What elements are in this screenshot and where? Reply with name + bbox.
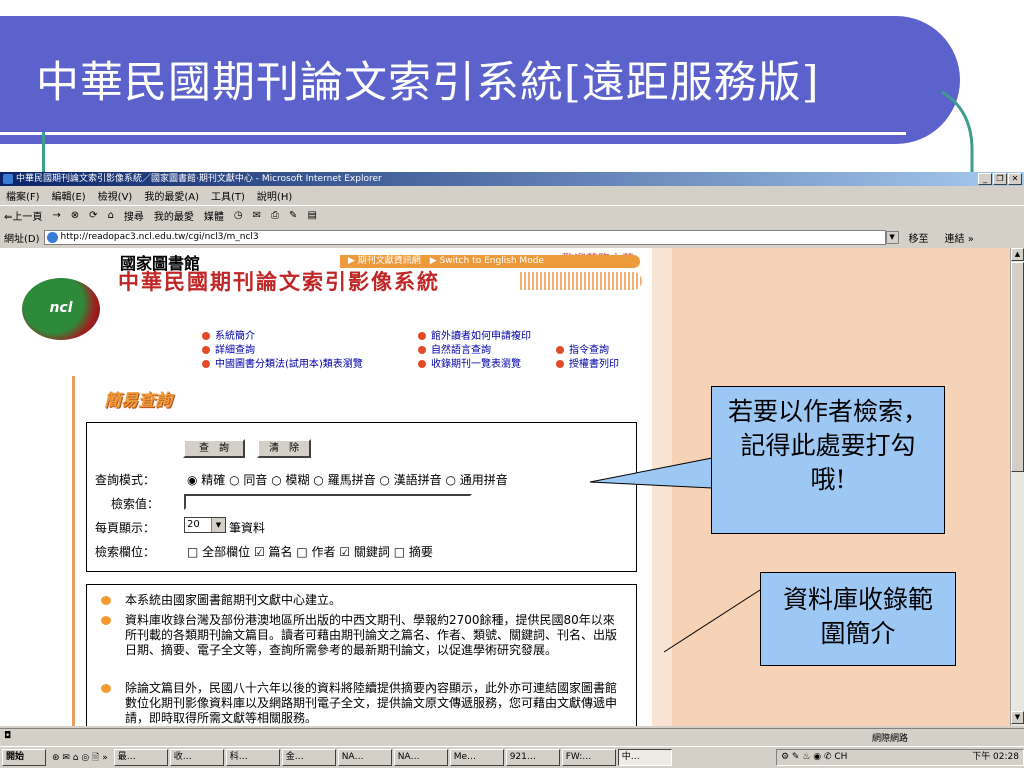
logo-text: ncl — [49, 300, 73, 316]
quick-launch[interactable]: ⊛ ✉ ⌂ ◎ 🖹 » — [48, 750, 112, 766]
go-button[interactable]: 移至 — [909, 230, 929, 245]
forward-button[interactable]: → — [52, 210, 60, 221]
nav-link-journal-list[interactable]: 收錄期刊一覽表瀏覽 — [418, 355, 521, 370]
refresh-icon[interactable]: ⟳ — [89, 210, 97, 221]
url-input[interactable]: http://readopac3.ncl.edu.tw/cgi/ncl3/m_n… — [43, 229, 886, 245]
chevron-down-icon: ▼ — [211, 518, 225, 532]
menu-view[interactable]: 檢視(V) — [98, 188, 133, 203]
nav-link-intro[interactable]: 系統簡介 — [202, 327, 255, 342]
menu-help[interactable]: 說明(H) — [257, 188, 292, 203]
vertical-scrollbar[interactable]: ▲ ▼ — [1010, 248, 1024, 726]
nav-link-natural-language[interactable]: 自然語言查詢 — [418, 341, 491, 356]
slide-title: 中華民國期刊論文索引系統[遠距服務版] — [36, 58, 820, 108]
menu-file[interactable]: 檔案(F) — [6, 188, 40, 203]
info-item: 本系統由國家圖書館期刊文獻中心建立。 — [101, 593, 621, 608]
clear-button[interactable]: 清 除 — [257, 439, 311, 458]
minimize-button[interactable]: _ — [978, 173, 992, 185]
per-page-unit: 筆資料 — [229, 521, 266, 535]
taskbar-app[interactable]: 科… — [225, 749, 280, 766]
ie-icon — [3, 174, 13, 184]
print-icon[interactable]: ⎙ — [271, 210, 279, 221]
library-logo: ncl — [22, 278, 100, 340]
info-box: 本系統由國家圖書館期刊文獻中心建立。 資料庫收錄台灣及部份港澳地區所出版的中西文… — [86, 584, 637, 726]
menu-bar: 檔案(F) 編輯(E) 檢視(V) 我的最愛(A) 工具(T) 說明(H) — [0, 187, 1024, 203]
start-button[interactable]: 開始 — [2, 749, 46, 766]
url-text: http://readopac3.ncl.edu.tw/cgi/ncl3/m_n… — [60, 231, 259, 242]
status-page-icon: ◘ — [4, 731, 12, 741]
status-bar: ◘ 網際網路 — [0, 728, 1024, 744]
taskbar-app[interactable]: 最… — [113, 749, 168, 766]
deco-line-left — [42, 132, 45, 174]
taskbar-app[interactable]: NA… — [337, 749, 392, 766]
taskbar-app[interactable]: FW:… — [561, 749, 616, 766]
scroll-down-icon[interactable]: ▼ — [1011, 711, 1024, 724]
search-button[interactable]: 搜尋 — [124, 208, 144, 223]
nav-link-copy-request[interactable]: 館外讀者如何申請複印 — [418, 327, 531, 342]
home-icon[interactable]: ⌂ — [108, 210, 114, 221]
menu-favorites[interactable]: 我的最愛(A) — [144, 188, 199, 203]
taskbar-app[interactable]: 921… — [505, 749, 560, 766]
per-page-value: 20 — [187, 519, 200, 530]
mode-label: 查詢模式： — [95, 473, 156, 487]
info-item: 資料庫收錄台灣及部份港澳地區所出版的中西文期刊、學報約2700餘種，提供民國80… — [101, 613, 621, 658]
per-page-select[interactable]: 20 ▼ — [184, 517, 226, 533]
address-bar: 網址(D) http://readopac3.ncl.edu.tw/cgi/nc… — [0, 228, 1024, 246]
field-checkbox-group[interactable]: □ 全部欄位 ☑ 篇名 □ 作者 ☑ 關鍵詞 □ 摘要 — [187, 543, 433, 560]
media-button[interactable]: 媒體 — [204, 208, 224, 223]
taskbar: 開始 ⊛ ✉ ⌂ ◎ 🖹 » 最… 收… 科… 金… NA… NA… Me… 9… — [0, 746, 1024, 768]
restore-button[interactable]: ❐ — [993, 173, 1007, 185]
info-item: 除論文篇目外，民國八十六年以後的資料將陸續提供摘要內容顯示，此外亦可連結國家圖書… — [101, 681, 621, 726]
scroll-thumb[interactable] — [1011, 262, 1024, 472]
taskbar-app-active[interactable]: 中… — [617, 749, 672, 766]
history-icon[interactable]: ◷ — [234, 210, 243, 221]
status-zone: 網際網路 — [872, 734, 909, 744]
menu-tools[interactable]: 工具(T) — [211, 188, 245, 203]
taskbar-app[interactable]: 收… — [169, 749, 224, 766]
browser-toolbar: ⇐上一頁 → ⊗ ⟳ ⌂ 搜尋 我的最愛 媒體 ◷ ✉ ⎙ ✎ ▤ — [0, 205, 1024, 225]
address-label: 網址(D) — [4, 233, 40, 245]
system-tray: ⚙ ✎ ♨ ◉ ✆ CH 下午 02:28 — [776, 749, 1024, 766]
taskbar-app[interactable]: 金… — [281, 749, 336, 766]
right-panel-stripe — [652, 248, 672, 726]
nav-link-command[interactable]: 指令查詢 — [556, 341, 609, 356]
taskbar-app[interactable]: NA… — [393, 749, 448, 766]
dotted-decoration — [520, 272, 642, 290]
links-button[interactable]: 連結 » — [945, 230, 974, 245]
taskbar-app[interactable]: Me… — [449, 749, 504, 766]
page-icon — [46, 231, 58, 243]
nav-link-classification[interactable]: 中國圖書分類法(試用本)類表瀏覽 — [202, 355, 363, 370]
deco-arc-right — [941, 90, 974, 174]
query-label: 檢索值： — [111, 497, 160, 511]
window-title: 中華民國期刊論文索引影像系統／國家圖書館‧期刊文獻中心 - Microsoft … — [16, 174, 382, 184]
tray-clock: 下午 02:28 — [972, 752, 1019, 762]
nav-link-advanced[interactable]: 詳細查詢 — [202, 341, 255, 356]
stop-icon[interactable]: ⊗ — [71, 210, 79, 221]
tray-icons[interactable]: ⚙ ✎ ♨ ◉ ✆ CH — [781, 750, 847, 765]
close-button[interactable]: ✕ — [1008, 173, 1022, 185]
window-controls: _ ❐ ✕ — [978, 173, 1022, 185]
mail-icon[interactable]: ✉ — [253, 210, 261, 221]
system-title: 中華民國期刊論文索引影像系統 — [118, 270, 440, 294]
query-button[interactable]: 查 詢 — [183, 439, 245, 458]
url-dropdown-icon[interactable]: ▼ — [885, 230, 899, 244]
nav-link-authorization[interactable]: 授權書列印 — [556, 355, 619, 370]
scroll-up-icon[interactable]: ▲ — [1011, 248, 1024, 261]
coverage-tip-callout: 資料庫收錄範圍簡介 — [760, 572, 956, 666]
field-label: 檢索欄位： — [95, 545, 156, 559]
author-tip-callout: 若要以作者檢索，記得此處要打勾哦! — [711, 386, 945, 534]
favorites-button[interactable]: 我的最愛 — [154, 208, 194, 223]
menu-edit[interactable]: 編輯(E) — [52, 188, 86, 203]
window-titlebar: 中華民國期刊論文索引影像系統／國家圖書館‧期刊文獻中心 - Microsoft … — [0, 172, 1024, 186]
per-page-label: 每頁顯示： — [95, 521, 156, 535]
section-title: 簡易查詢 — [104, 391, 172, 411]
edit-icon[interactable]: ✎ — [289, 210, 297, 221]
left-accent-bar — [72, 376, 75, 726]
slide: 中華民國期刊論文索引系統[遠距服務版] 中華民國期刊論文索引影像系統／國家圖書館… — [0, 0, 1024, 768]
discuss-icon[interactable]: ▤ — [307, 210, 316, 221]
query-input[interactable] — [184, 494, 472, 510]
back-button[interactable]: ⇐上一頁 — [4, 208, 42, 223]
title-rule — [0, 132, 906, 135]
search-form: 查 詢 清 除 查詢模式： ◉ 精確 ○ 同音 ○ 模糊 ○ 羅馬拼音 ○ 漢語… — [86, 422, 637, 572]
mode-radio-group[interactable]: ◉ 精確 ○ 同音 ○ 模糊 ○ 羅馬拼音 ○ 漢語拼音 ○ 通用拼音 — [187, 471, 508, 488]
